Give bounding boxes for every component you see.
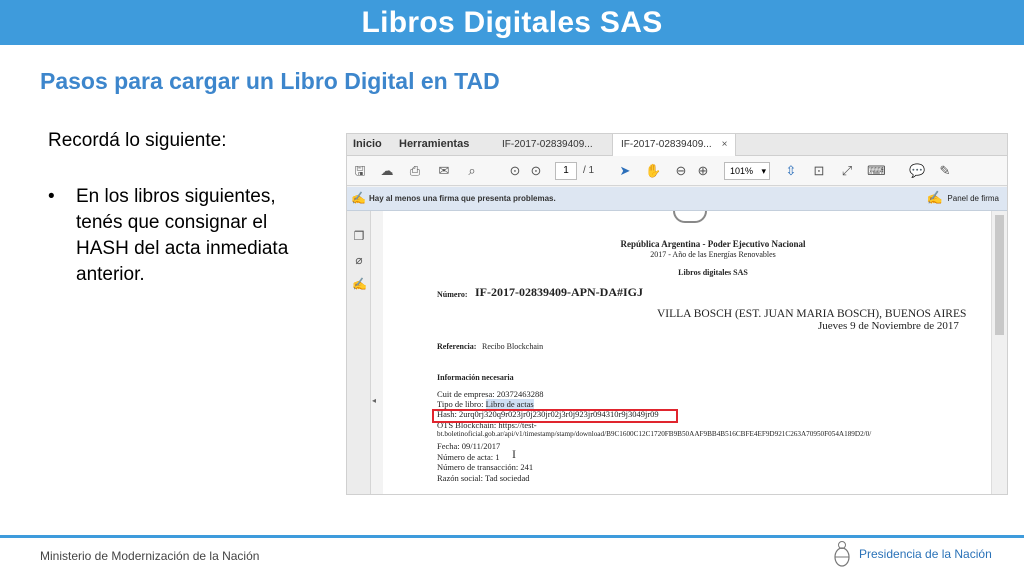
referencia-value: Recibo Blockchain [482, 342, 544, 351]
footer-presidency: Presidencia de la Nación [859, 547, 992, 561]
pen-icon[interactable]: ✎ [937, 163, 953, 179]
instructions: Recordá lo siguiente: • En los libros si… [48, 128, 308, 288]
doc-header-line1: República Argentina - Poder Ejecutivo Na… [620, 239, 806, 249]
document-page: República Argentina - Poder Ejecutivo Na… [383, 211, 993, 494]
page-up-icon[interactable]: ⊙ [507, 163, 523, 179]
coat-of-arms-logo-icon [834, 541, 850, 567]
fecha: Fecha: 09/11/2017 [437, 441, 501, 451]
doc-header-line3: Libros digitales SAS [678, 268, 748, 277]
print-icon[interactable]: ⎙ [407, 163, 423, 179]
doc-header-line2: 2017 - Año de las Energías Renovables [650, 250, 776, 259]
tab-label: IF-2017-02839409... [621, 139, 712, 150]
page-down-icon[interactable]: ⊙ [528, 163, 544, 179]
vertical-scrollbar[interactable] [991, 211, 1007, 494]
zoom-select[interactable]: 101% [724, 162, 770, 180]
location: VILLA BOSCH (EST. JUAN MARIA BOSCH), BUE… [657, 308, 967, 320]
title-bar: Libros Digitales SAS [0, 0, 1024, 45]
slide-subtitle: Pasos para cargar un Libro Digital en TA… [40, 68, 500, 94]
bullet-icon: • [48, 186, 55, 207]
menu-inicio[interactable]: Inicio [353, 138, 382, 150]
tab-label: IF-2017-02839409... [502, 139, 593, 150]
pdf-viewer-screenshot: Inicio Herramientas IF-2017-02839409... … [346, 133, 1008, 495]
save-icon[interactable]: 🖫 [352, 163, 368, 179]
collapse-arrow-icon[interactable]: ◂ [372, 396, 376, 405]
fit-page-icon[interactable]: ⇳ [783, 163, 799, 179]
close-icon[interactable]: × [722, 139, 728, 150]
numero-acta: Número de acta: 1 [437, 452, 500, 462]
select-arrow-icon[interactable]: ➤ [617, 163, 633, 179]
numero-value: IF-2017-02839409-APN-DA#IGJ [475, 285, 643, 299]
email-icon[interactable]: ✉ [436, 163, 452, 179]
signature-warning-icon: ✍ [351, 191, 366, 205]
info-heading: Información necesaria [437, 373, 514, 382]
fullscreen-icon[interactable]: ⤢ [839, 163, 855, 179]
footer-ministry: Ministerio de Modernización de la Nación [40, 549, 260, 563]
tab-document-2[interactable]: IF-2017-02839409... × [612, 134, 737, 156]
upload-icon[interactable]: ☁ [379, 163, 395, 179]
search-icon[interactable]: ⌕ [464, 163, 480, 179]
cuit: Cuit de empresa: 20372463288 [437, 389, 544, 399]
numero-transaccion: Número de transacción: 241 [437, 462, 534, 472]
tab-document-1[interactable]: IF-2017-02839409... [494, 134, 601, 156]
tipo-value: Libro de actas [485, 399, 534, 409]
bullet-text: En los libros siguientes, tenés que cons… [76, 186, 289, 285]
razon-social: Razón social: Tad sociedad [437, 473, 530, 483]
pages-icon[interactable]: ❐ [352, 229, 366, 243]
signature-panel-button[interactable]: Panel de firma [947, 194, 999, 203]
text-cursor-icon: I [512, 447, 516, 461]
coat-of-arms-icon [673, 211, 707, 223]
footer-divider [0, 535, 1024, 538]
menu-herramientas[interactable]: Herramientas [399, 138, 469, 150]
slide-title: Libros Digitales SAS [361, 5, 663, 39]
left-sidebar: ❐ ⌀ ✍ [347, 211, 371, 494]
keyboard-icon[interactable]: ⌨ [867, 163, 886, 179]
ots-line2: bt.boletinoficial.gob.ar/api/v1/timestam… [437, 430, 872, 438]
menu-bar: Inicio Herramientas IF-2017-02839409... … [347, 134, 1007, 156]
tipo-libro: Tipo de libro: Libro de actas [437, 399, 534, 409]
referencia-label: Referencia: [437, 342, 477, 351]
signature-message: Hay al menos una firma que presenta prob… [369, 194, 556, 203]
zoom-out-icon[interactable]: ⊖ [673, 163, 689, 179]
bullet-item: • En los libros siguientes, tenés que co… [48, 184, 308, 288]
tipo-label: Tipo de libro: [437, 399, 486, 409]
hand-icon[interactable]: ✋ [645, 163, 661, 179]
page-number-input[interactable]: 1 [555, 162, 577, 180]
attachment-icon[interactable]: ⌀ [352, 253, 366, 267]
zoom-in-icon[interactable]: ⊕ [695, 163, 711, 179]
hash-highlight-box [432, 409, 678, 423]
signature-icon[interactable]: ✍ [352, 277, 367, 291]
comment-icon[interactable]: 💬 [909, 163, 925, 179]
signature-bar: ✍ Hay al menos una firma que presenta pr… [347, 187, 1007, 211]
toolbar: 🖫 ☁ ⎙ ✉ ⌕ ⊙ ⊙ 1 / 1 ➤ ✋ ⊖ ⊕ 101% ⇳ ⊡ ⤢ ⌨… [347, 156, 1007, 186]
signature-panel-icon[interactable]: ✍ [927, 190, 943, 206]
numero-label: Número: [437, 290, 468, 299]
fit-width-icon[interactable]: ⊡ [811, 163, 827, 179]
page-total: / 1 [583, 165, 595, 176]
scroll-thumb[interactable] [995, 215, 1004, 335]
intro-text: Recordá lo siguiente: [48, 130, 227, 151]
date: Jueves 9 de Noviembre de 2017 [818, 320, 959, 332]
